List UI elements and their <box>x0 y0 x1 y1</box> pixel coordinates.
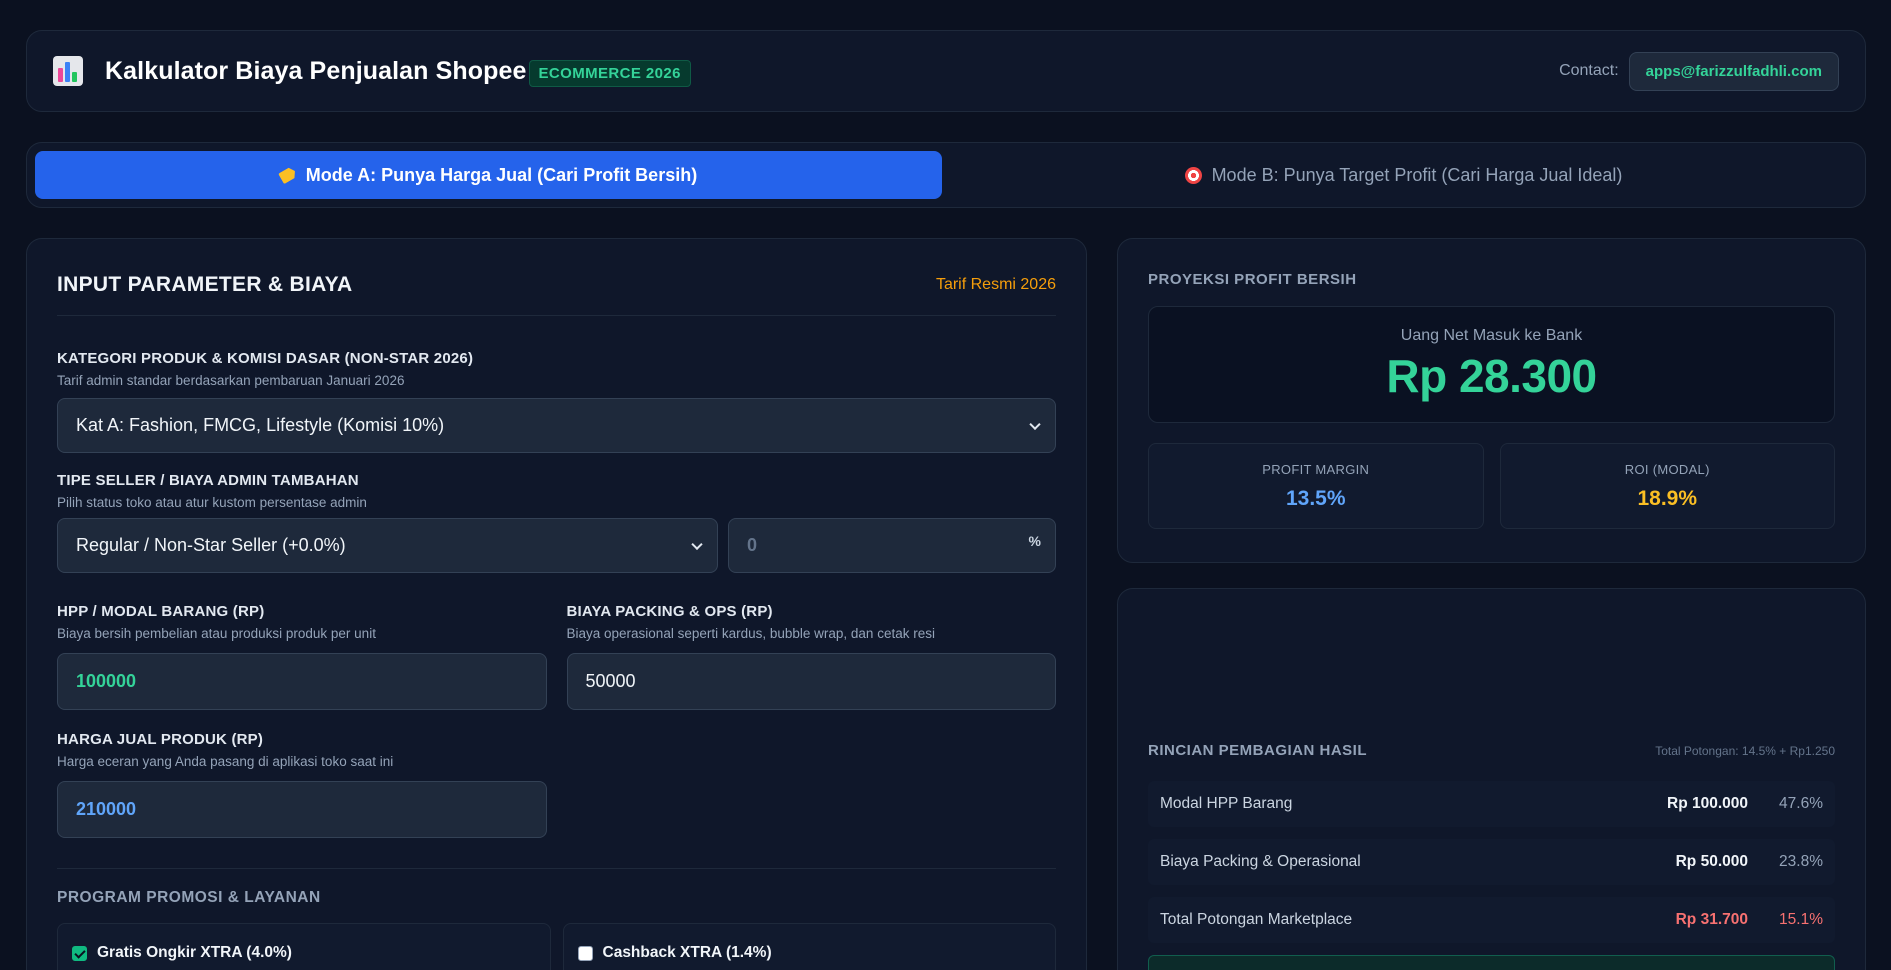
category-help: Tarif admin standar berdasarkan pembarua… <box>57 373 405 388</box>
split-row-label: Modal HPP Barang <box>1160 795 1293 812</box>
roi-card: ROI (MODAL) 18.9% <box>1499 443 1835 529</box>
price-help: Harga eceran yang Anda pasang di aplikas… <box>57 754 394 769</box>
target-icon <box>1184 166 1202 184</box>
profit-margin-value: 13.5% <box>1285 486 1346 510</box>
split-row-label: Total Potongan Marketplace <box>1160 911 1353 928</box>
split-row-amount: Rp 31.700 <box>1675 911 1748 928</box>
promo-section: PROGRAM PROMOSI & LAYANAN Gratis Ongkir … <box>57 868 1056 970</box>
custom-admin-percent-input[interactable]: 0 % <box>728 518 1056 573</box>
app-title: Kalkulator Biaya Penjualan Shopee <box>105 56 527 85</box>
free-shipping-checkbox[interactable] <box>72 945 87 961</box>
price-label: HARGA JUAL PRODUK (RP) <box>57 731 264 748</box>
packing-field: BIAYA PACKING & OPS (RP) Biaya operasion… <box>566 603 1056 710</box>
seller-field: TIPE SELLER / BIAYA ADMIN TAMBAHAN Pilih… <box>57 472 1056 573</box>
input-panel-header: INPUT PARAMETER & BIAYA Tarif Resmi 2026 <box>57 273 1056 316</box>
category-select[interactable]: Kat A: Fashion, FMCG, Lifestyle (Komisi … <box>57 398 1056 453</box>
split-title: RINCIAN PEMBAGIAN HASIL <box>1148 742 1368 759</box>
selling-price-value: 210000 <box>76 799 137 819</box>
profit-margin-label: PROFIT MARGIN <box>1262 461 1370 477</box>
projection-panel: PROYEKSI PROFIT BERSIH Uang Net Masuk ke… <box>1117 238 1866 563</box>
tab-mode-b-label: Mode B: Punya Target Profit (Cari Harga … <box>1211 164 1623 185</box>
split-row-amount: Rp 100.000 <box>1667 795 1748 812</box>
packing-input[interactable]: 50000 <box>566 653 1056 710</box>
seller-type-value: Regular / Non-Star Seller (+0.0%) <box>76 535 346 555</box>
roi-label: ROI (MODAL) <box>1624 461 1710 477</box>
split-row-amount: Rp 50.000 <box>1675 853 1748 870</box>
tag-icon <box>278 166 298 184</box>
promo-cashback[interactable]: Cashback XTRA (1.4%) <box>562 923 1056 970</box>
contact-email-link[interactable]: apps@farizzulfadhli.com <box>1628 51 1839 91</box>
tarif-badge: Tarif Resmi 2026 <box>935 276 1056 293</box>
split-row-marketplace: Total Potongan Marketplace Rp 31.700 15.… <box>1148 897 1835 943</box>
net-income-label: Uang Net Masuk ke Bank <box>1400 326 1583 344</box>
app-header: Kalkulator Biaya Penjualan Shopee ECOMME… <box>26 30 1866 112</box>
split-row-net <box>1148 955 1835 970</box>
input-panel: INPUT PARAMETER & BIAYA Tarif Resmi 2026… <box>26 238 1087 970</box>
hpp-help: Biaya bersih pembelian atau produksi pro… <box>57 626 376 641</box>
hpp-value: 100000 <box>76 671 137 691</box>
seller-type-select[interactable]: Regular / Non-Star Seller (+0.0%) <box>57 518 718 573</box>
selling-price-input[interactable]: 210000 <box>57 781 547 838</box>
free-shipping-label: Gratis Ongkir XTRA (4.0%) <box>97 944 292 961</box>
split-total: Total Potongan: 14.5% + Rp1.250 <box>1655 743 1835 758</box>
split-row-percent: 23.8% <box>1779 853 1823 870</box>
version-badge: ECOMMERCE 2026 <box>528 59 691 87</box>
split-row-hpp: Modal HPP Barang Rp 100.000 47.6% <box>1148 781 1835 827</box>
split-row-percent: 47.6% <box>1779 795 1823 812</box>
cashback-checkbox[interactable] <box>577 945 593 961</box>
promo-free-shipping[interactable]: Gratis Ongkir XTRA (4.0%) <box>57 923 551 970</box>
split-row-packing: Biaya Packing & Operasional Rp 50.000 23… <box>1148 839 1835 885</box>
contact-area: Contact: apps@farizzulfadhli.com <box>1559 51 1839 91</box>
split-row-percent: 15.1% <box>1779 911 1823 928</box>
net-income-box: Uang Net Masuk ke Bank Rp 28.300 <box>1148 306 1835 423</box>
cashback-label: Cashback XTRA (1.4%) <box>602 944 772 961</box>
mode-tabs: Mode A: Punya Harga Jual (Cari Profit Be… <box>26 142 1866 208</box>
packing-label: BIAYA PACKING & OPS (RP) <box>566 603 773 620</box>
chevron-down-icon <box>1029 418 1041 430</box>
custom-admin-placeholder: 0 <box>747 535 758 555</box>
packing-help: Biaya operasional seperti kardus, bubble… <box>566 626 935 641</box>
projection-title: PROYEKSI PROFIT BERSIH <box>1148 271 1357 288</box>
category-select-value: Kat A: Fashion, FMCG, Lifestyle (Komisi … <box>76 415 445 435</box>
seller-label: TIPE SELLER / BIAYA ADMIN TAMBAHAN <box>57 472 359 489</box>
split-panel: RINCIAN PEMBAGIAN HASIL Total Potongan: … <box>1117 588 1866 970</box>
packing-value: 50000 <box>585 671 636 691</box>
tab-mode-b[interactable]: Mode B: Punya Target Profit (Cari Harga … <box>950 151 1857 199</box>
promo-title: PROGRAM PROMOSI & LAYANAN <box>57 889 321 906</box>
tab-mode-a[interactable]: Mode A: Punya Harga Jual (Cari Profit Be… <box>35 151 942 199</box>
hpp-input[interactable]: 100000 <box>57 653 547 710</box>
net-income-value: Rp 28.300 <box>1386 349 1597 402</box>
seller-help: Pilih status toko atau atur kustom perse… <box>57 495 367 510</box>
hpp-field: HPP / MODAL BARANG (RP) Biaya bersih pem… <box>57 603 547 710</box>
tab-mode-a-label: Mode A: Punya Harga Jual (Cari Profit Be… <box>305 164 698 185</box>
roi-value: 18.9% <box>1637 486 1698 510</box>
bar-chart-icon <box>53 56 83 86</box>
split-row-label: Biaya Packing & Operasional <box>1160 853 1361 870</box>
contact-label: Contact: <box>1559 62 1619 79</box>
profit-margin-card: PROFIT MARGIN 13.5% <box>1148 443 1484 529</box>
category-field: KATEGORI PRODUK & KOMISI DASAR (NON-STAR… <box>57 350 1056 453</box>
chevron-down-icon <box>691 538 703 550</box>
hpp-label: HPP / MODAL BARANG (RP) <box>57 603 265 620</box>
category-label: KATEGORI PRODUK & KOMISI DASAR (NON-STAR… <box>57 350 474 367</box>
input-panel-title: INPUT PARAMETER & BIAYA <box>57 273 353 296</box>
percent-unit: % <box>1028 533 1041 549</box>
price-field: HARGA JUAL PRODUK (RP) Harga eceran yang… <box>57 731 547 838</box>
